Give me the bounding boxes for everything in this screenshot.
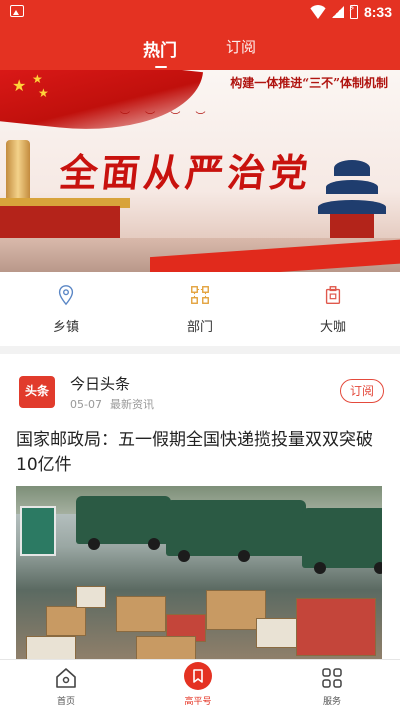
birds-graphic: ︶ ︶ ︶ ︶	[120, 112, 212, 123]
bottom-nav-label: 首页	[56, 697, 75, 707]
source-meta: 05-07 最新资讯	[70, 396, 154, 412]
banner-slogan: 构建一体推进“三不”体制机制	[230, 76, 388, 90]
red-flag-graphic	[0, 70, 204, 142]
temple-of-heaven-graphic	[318, 160, 386, 238]
org-chart-icon	[191, 286, 209, 304]
active-tab-indicator	[155, 66, 167, 68]
battery-icon	[349, 4, 358, 19]
subscribe-button[interactable]: 订阅	[340, 379, 384, 403]
location-pin-icon	[58, 285, 74, 306]
news-card[interactable]: 头条 今日头条 05-07 最新资讯 订阅 国家邮政局：五一假期全国快递揽投量双双…	[0, 354, 400, 659]
quick-nav-label: 乡镇	[52, 320, 79, 335]
publish-date: 05-07	[70, 398, 102, 411]
bottom-nav-gaoping[interactable]: 高平号	[158, 662, 238, 707]
badge-icon	[325, 286, 341, 304]
quick-nav-label: 部门	[186, 320, 213, 335]
quick-nav-township[interactable]: 乡镇	[21, 284, 111, 338]
status-bar: 8:33	[0, 0, 400, 24]
quick-nav-department[interactable]: 部门	[155, 284, 245, 338]
star-icon: ★	[38, 86, 49, 100]
star-icon: ★	[12, 76, 27, 95]
news-photo[interactable]	[16, 486, 382, 659]
signal-icon	[331, 6, 344, 18]
quick-nav-expert[interactable]: 大咖	[288, 284, 378, 338]
news-headline[interactable]: 国家邮政局：五一假期全国快递揽投量双双突破10亿件	[16, 428, 386, 478]
news-category: 最新资讯	[109, 398, 154, 411]
wifi-icon	[310, 5, 326, 19]
source-logo: 头条	[19, 376, 55, 408]
quick-nav-label: 大咖	[319, 320, 346, 335]
home-icon	[56, 668, 76, 688]
bottom-nav-home[interactable]: 首页	[26, 666, 106, 707]
quick-nav: 乡镇 部门 大咖	[0, 272, 400, 346]
bottom-nav-label: 服务	[322, 697, 341, 707]
star-icon: ★	[32, 72, 43, 86]
source-name[interactable]: 今日头条	[70, 373, 130, 394]
banner-carousel[interactable]: ★ ★ ★ 构建一体推进“三不”体制机制 ︶ ︶ ︶ ︶ 全面从严治党	[0, 70, 400, 272]
banner-title: 全面从严治党	[57, 150, 315, 195]
status-time: 8:33	[363, 4, 392, 20]
grid-icon	[322, 668, 342, 688]
status-icons: 8:33	[310, 3, 392, 21]
tab-hot[interactable]: 热门	[143, 36, 177, 61]
gallery-icon	[10, 5, 24, 17]
bottom-nav-label: 高平号	[184, 697, 212, 707]
bottom-nav-services[interactable]: 服务	[292, 666, 372, 707]
tab-subscribe[interactable]: 订阅	[226, 36, 256, 57]
top-tabs: 热门 订阅	[0, 28, 400, 70]
section-divider	[0, 346, 400, 354]
bookmark-icon	[184, 662, 212, 690]
bottom-nav: 首页 高平号 服务	[0, 659, 400, 711]
app-header: 8:33 热门 订阅	[0, 0, 400, 70]
